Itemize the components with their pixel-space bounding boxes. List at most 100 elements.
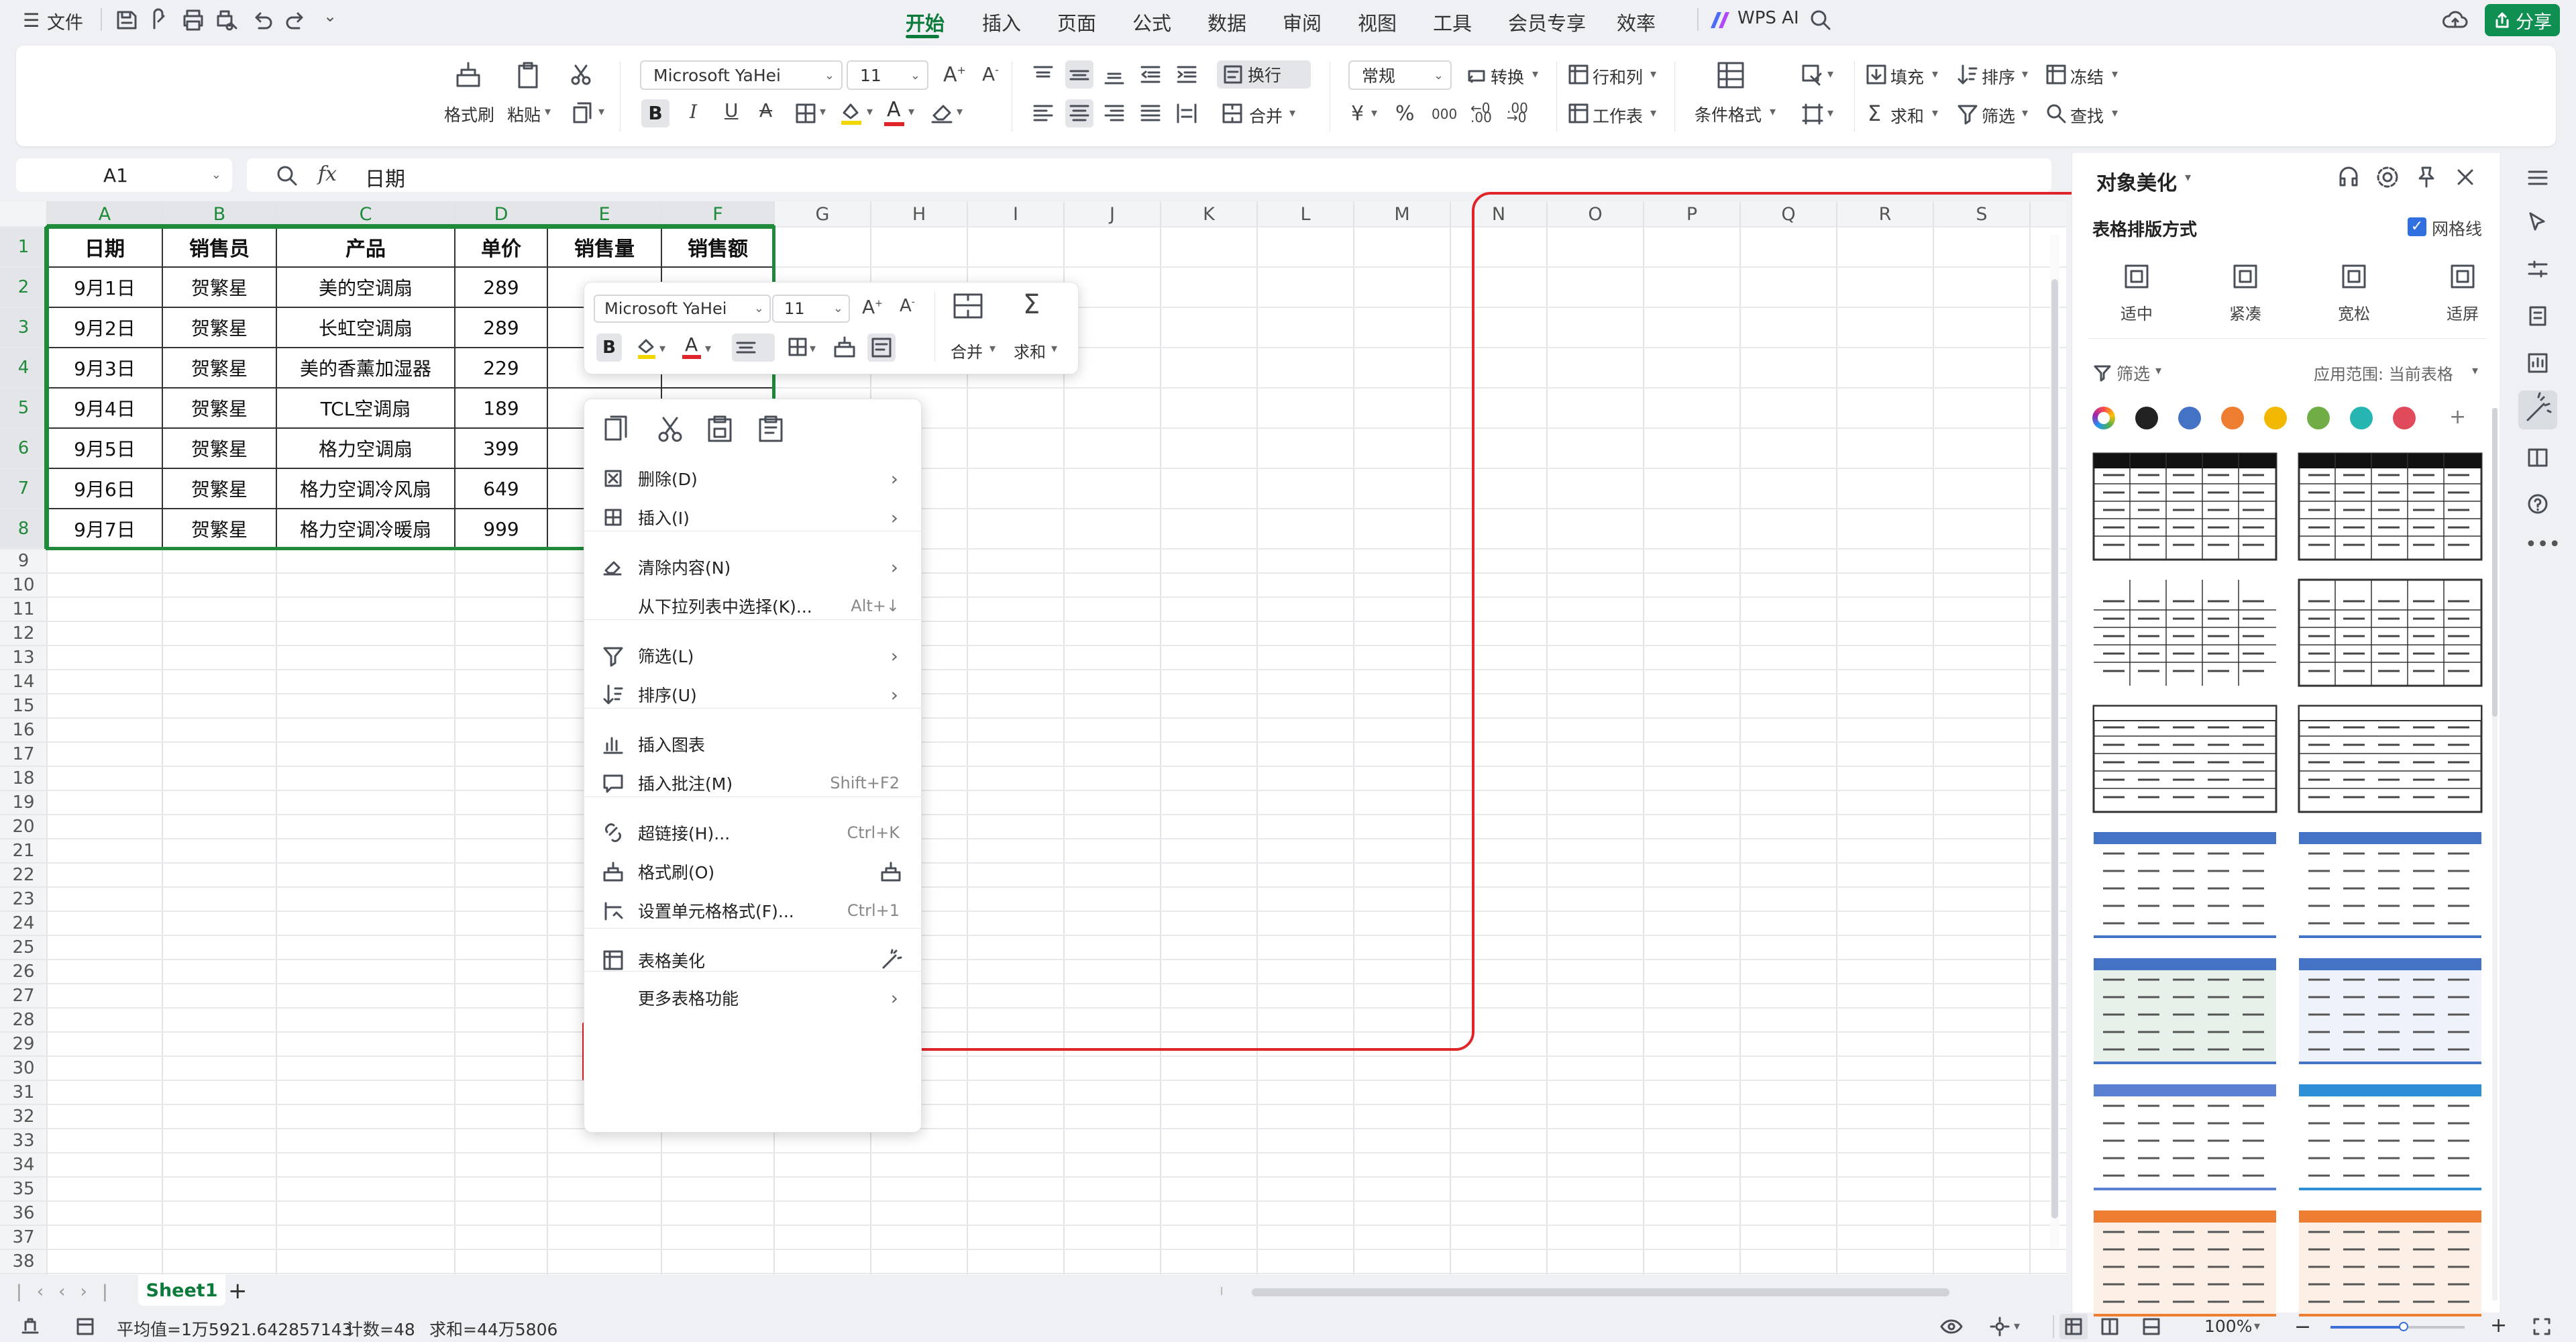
menu-icon[interactable]: ☰ [23,9,40,32]
zoom-formula-icon[interactable] [275,164,299,188]
eye-protection-icon[interactable] [1940,1317,1963,1337]
cursor-icon[interactable] [2526,211,2549,234]
column-header-i[interactable]: I [967,201,1064,227]
format-painter-side-icon[interactable] [879,860,902,883]
row-header-27[interactable]: 27 [0,984,47,1008]
close-icon[interactable] [2453,165,2477,189]
layout-compact-icon[interactable] [2231,262,2260,291]
font-color-dropdown-icon[interactable]: ▾ [908,105,914,119]
table-template[interactable] [2092,957,2277,1066]
layout-loose-icon[interactable] [2339,262,2369,291]
chevron-down-icon[interactable]: ▾ [2014,1319,2020,1333]
paste-special-icon[interactable] [756,414,786,444]
vertical-scrollbar[interactable] [2050,235,2059,1248]
chevron-down-icon[interactable]: ⌄ [211,168,221,182]
wrap-text-button[interactable]: 换行 [1217,60,1311,89]
zoom-slider-handle[interactable] [2399,1322,2408,1331]
layout-compact-label[interactable]: 紧凑 [2201,301,2290,324]
row-header-21[interactable]: 21 [0,839,47,863]
column-header-g[interactable]: G [774,201,871,227]
sort-dropdown-icon[interactable]: ▾ [2022,67,2028,81]
menu-item-pick-from-list[interactable]: 从下拉列表中选择(K)... Alt+↓ [584,584,922,627]
table-template[interactable] [2092,578,2277,687]
layout-medium-label[interactable]: 适中 [2092,301,2181,324]
row-header-1[interactable]: 1 [0,227,47,267]
convert-button[interactable]: 转换 [1491,64,1524,89]
row-header-10[interactable]: 10 [0,573,47,597]
row-header-36[interactable]: 36 [0,1201,47,1225]
table-template[interactable] [2298,1083,2483,1192]
border-dropdown-icon[interactable]: ▾ [820,105,826,119]
panel-scrollbar-thumb[interactable] [2492,408,2498,717]
sidebar-menu-icon[interactable] [2526,166,2549,189]
zoom-dropdown-icon[interactable]: ▾ [2254,1319,2260,1333]
layout-fit-screen-icon[interactable] [2448,262,2477,291]
filter-dropdown-icon[interactable]: ▾ [2022,106,2028,120]
magic-wand-icon[interactable] [879,949,902,972]
menu-item-table-beautify[interactable]: 表格美化 [584,939,922,982]
table-style-icon[interactable] [1801,102,1825,126]
mini-font-size-select[interactable]: 11 ⌄ [772,295,850,323]
layout-fit-screen-label[interactable]: 适屏 [2418,301,2507,324]
column-header-b[interactable]: B [162,201,276,227]
column-header-a[interactable]: A [47,201,162,227]
chart-icon[interactable] [2526,352,2549,374]
save-icon[interactable] [114,8,138,32]
mini-sum-dropdown-icon[interactable]: ▾ [1051,342,1057,356]
row-header-29[interactable]: 29 [0,1032,47,1056]
align-right-icon[interactable] [1103,102,1126,125]
menu-item-clear-contents[interactable]: 清除内容(N) › [584,546,922,588]
row-header-15[interactable]: 15 [0,694,47,718]
print-icon[interactable] [181,8,205,32]
color-swatch[interactable] [2135,407,2158,429]
filter-icon[interactable] [2092,362,2112,382]
tab-view[interactable]: 视图 [1358,8,1397,36]
paste-icon[interactable] [705,414,735,444]
thousands-icon[interactable]: 000 [1432,106,1457,122]
bold-button[interactable]: B [641,99,669,127]
chevron-down-icon[interactable]: ▾ [810,342,816,356]
zoom-out-button[interactable]: − [2294,1315,2311,1339]
row-header-33[interactable]: 33 [0,1129,47,1153]
justify-icon[interactable] [1139,102,1162,125]
row-header-32[interactable]: 32 [0,1104,47,1129]
column-header-j[interactable]: J [1064,201,1161,227]
search-icon[interactable] [1809,8,1833,32]
sum-dropdown-icon[interactable]: ▾ [1932,106,1938,120]
align-middle-button[interactable] [1065,60,1093,89]
row-header-35[interactable]: 35 [0,1177,47,1201]
column-header-s[interactable]: S [1933,201,2030,227]
italic-button[interactable]: I [690,101,697,123]
convert-dropdown-icon[interactable]: ▾ [1532,67,1538,81]
table-style-dropdown-icon[interactable]: ▾ [1827,106,1833,120]
worksheet-dropdown-icon[interactable]: ▾ [1650,106,1656,120]
row-header-8[interactable]: 8 [0,509,47,549]
tab-review[interactable]: 审阅 [1283,8,1322,36]
tab-tools[interactable]: 工具 [1433,8,1472,36]
menu-item-filter[interactable]: 筛选(L) › [584,634,922,677]
column-header-e[interactable]: E [547,201,661,227]
page-layout-view-icon[interactable] [2100,1317,2120,1337]
filter-dropdown-icon[interactable]: ▾ [2155,364,2161,378]
row-header-19[interactable]: 19 [0,790,47,815]
worksheet-button[interactable]: 工作表 [1593,103,1643,127]
color-swatch[interactable] [2350,407,2373,429]
zoom-level[interactable]: 100% [2204,1317,2252,1336]
formula-bar[interactable]: fx 日期 [247,158,2051,192]
add-sheet-button[interactable]: + [228,1278,248,1304]
adjust-icon[interactable] [2526,258,2549,280]
row-header-37[interactable]: 37 [0,1225,47,1249]
conditional-format-dropdown-icon[interactable]: ▾ [1770,105,1776,119]
mini-merge-button[interactable]: 合并 [951,339,983,362]
clear-format-icon[interactable] [930,101,954,125]
decrease-indent-icon[interactable] [1139,63,1162,86]
mini-wrap-button[interactable] [867,333,896,362]
table-template[interactable] [2298,957,2483,1066]
row-header-23[interactable]: 23 [0,887,47,911]
table-template[interactable] [2092,1209,2277,1318]
mini-border-icon[interactable] [787,336,808,359]
column-header-n[interactable]: N [1450,201,1547,227]
menu-item-format-painter[interactable]: 格式刷(O) [584,850,922,893]
currency-dropdown-icon[interactable]: ▾ [1371,106,1377,120]
beautify-sidebar-button[interactable] [2518,391,2557,429]
